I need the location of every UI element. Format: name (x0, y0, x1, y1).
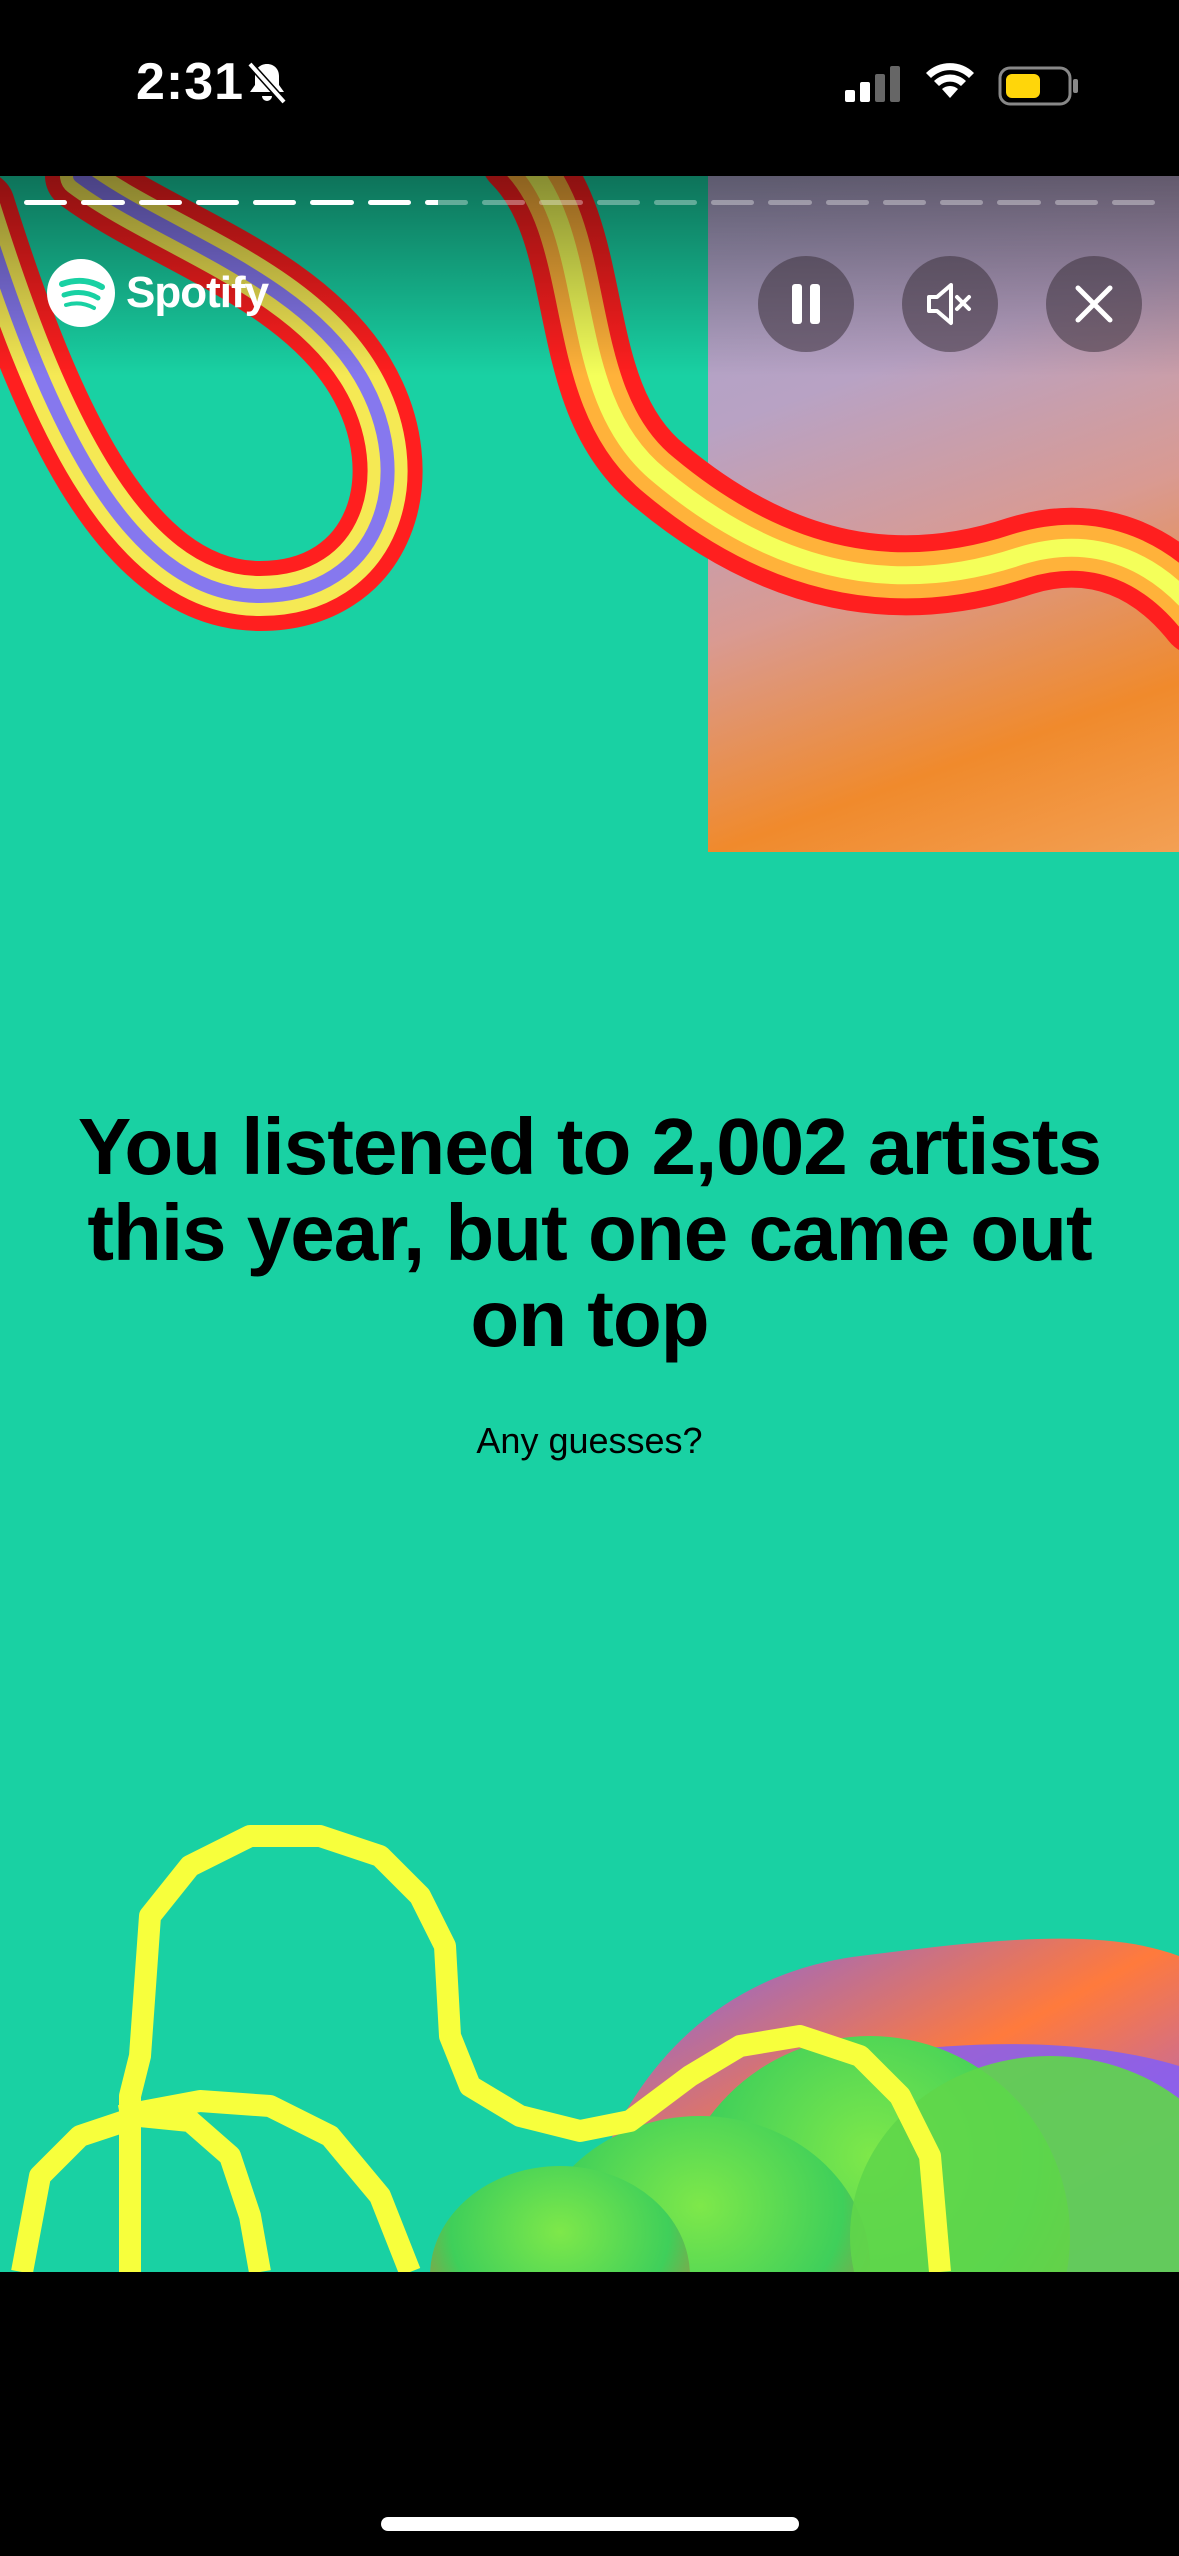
spotify-icon (47, 259, 115, 327)
status-time: 2:31 (136, 53, 245, 111)
battery-icon (998, 66, 1078, 106)
progress-segment (825, 200, 869, 205)
progress-segment (653, 200, 697, 205)
pause-button[interactable] (758, 256, 854, 352)
progress-segment (24, 200, 68, 205)
mute-button[interactable] (902, 256, 998, 352)
progress-segment-active (424, 200, 468, 205)
home-indicator[interactable] (381, 2517, 799, 2531)
progress-segment (367, 200, 411, 205)
close-icon (1075, 285, 1113, 323)
progress-segment (253, 200, 297, 205)
cellular-signal-icon (845, 66, 900, 102)
wifi-icon (926, 63, 974, 98)
story-headline: You listened to 2,002 artists this year,… (77, 1102, 1102, 1363)
progress-segment (882, 200, 926, 205)
progress-segment (310, 200, 354, 205)
progress-segment (482, 200, 526, 205)
progress-segment (195, 200, 239, 205)
progress-segment (711, 200, 755, 205)
close-button[interactable] (1046, 256, 1142, 352)
progress-segment (997, 200, 1041, 205)
story-progress-bar (24, 200, 1155, 205)
progress-segment (768, 200, 812, 205)
spotify-wordmark: Spotify (126, 268, 269, 317)
progress-segment (81, 200, 125, 205)
wrapped-story-card[interactable]: Spotify You listened to 2,002 artists th… (0, 176, 1179, 2272)
bottom-decorative-art (11, 1825, 1179, 2272)
progress-segment (539, 200, 583, 205)
progress-segment (596, 200, 640, 205)
progress-segment (1054, 200, 1098, 205)
speaker-muted-icon (927, 283, 971, 325)
status-bar: 2:31 (0, 0, 1179, 176)
progress-segment (940, 200, 984, 205)
progress-segment (138, 200, 182, 205)
story-subheadline: Any guesses? (476, 1420, 703, 1461)
spotify-logo: Spotify (46, 258, 269, 328)
pause-icon (792, 284, 820, 324)
bell-muted-icon (247, 61, 287, 105)
progress-segment (1111, 200, 1155, 205)
